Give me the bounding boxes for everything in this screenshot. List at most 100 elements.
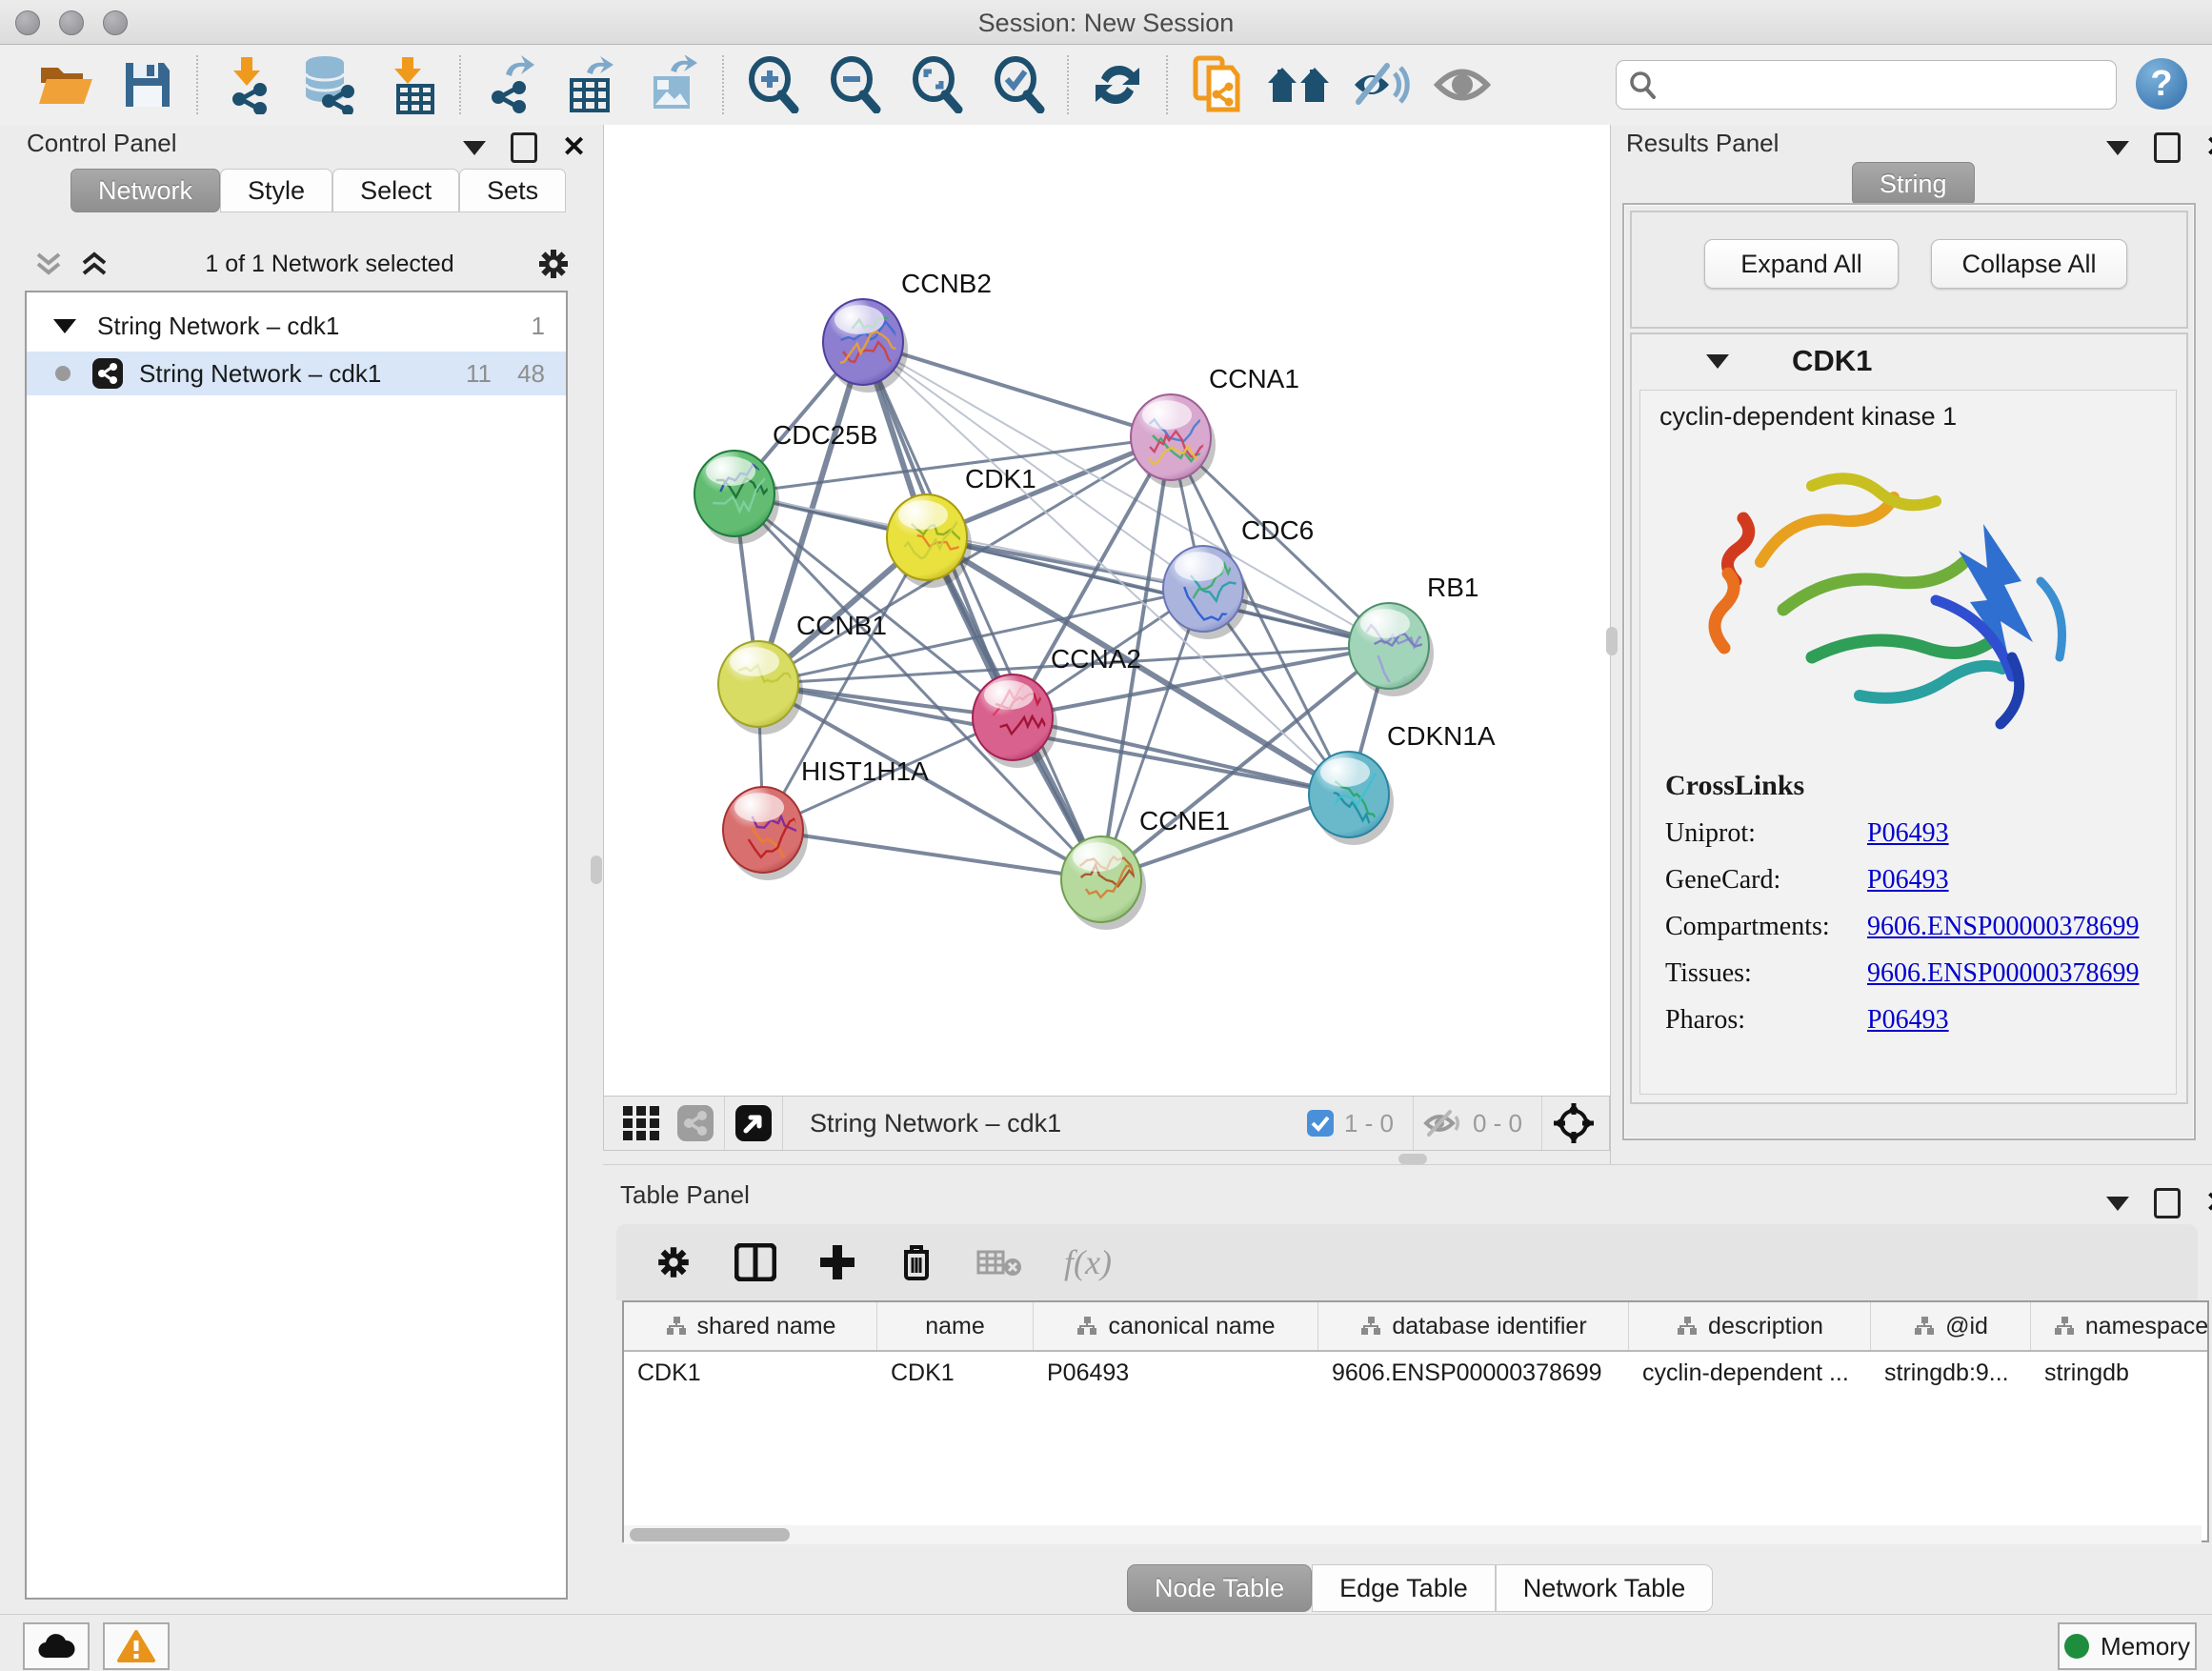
- node-expander-icon[interactable]: [1706, 354, 1729, 369]
- node-label-CCNE1: CCNE1: [1139, 806, 1230, 836]
- zoom-in-button[interactable]: [732, 50, 814, 119]
- cloud-button[interactable]: [23, 1622, 90, 1670]
- apply-layout-button[interactable]: [1076, 50, 1158, 119]
- table-cell[interactable]: cyclin-dependent ...: [1629, 1352, 1871, 1394]
- string-home-button[interactable]: [1257, 50, 1339, 119]
- panel-menu-icon[interactable]: [463, 141, 486, 155]
- column-header--id[interactable]: @id: [1871, 1302, 2031, 1350]
- tab-node-table[interactable]: Node Table: [1127, 1564, 1312, 1612]
- open-in-window-icon[interactable]: [734, 1104, 773, 1142]
- table-horizontal-scrollbar[interactable]: [624, 1525, 2202, 1544]
- save-session-button[interactable]: [107, 50, 189, 119]
- panel-float-icon[interactable]: [2154, 132, 2181, 163]
- right-splitter-handle[interactable]: [1606, 627, 1618, 655]
- memory-button[interactable]: Memory: [2058, 1622, 2197, 1670]
- table-cell[interactable]: stringdb:9...: [1871, 1352, 2031, 1394]
- table-cell[interactable]: 9606.ENSP00000378699: [1318, 1352, 1629, 1394]
- panel-close-icon[interactable]: ✕: [2205, 135, 2212, 160]
- zoom-selected-button[interactable]: [977, 50, 1059, 119]
- network-options-gear-icon[interactable]: [535, 246, 572, 282]
- eye-button[interactable]: [1421, 50, 1503, 119]
- panel-close-icon[interactable]: ✕: [2205, 1191, 2212, 1216]
- column-type-icon: [1913, 1316, 1936, 1337]
- network-collection-row[interactable]: String Network – cdk1 1: [27, 304, 566, 348]
- add-column-icon[interactable]: [818, 1243, 856, 1281]
- table-cell[interactable]: P06493: [1034, 1352, 1318, 1394]
- import-network-button[interactable]: [206, 50, 288, 119]
- window-titlebar: Session: New Session: [0, 0, 2212, 45]
- horizontal-splitter-handle[interactable]: [1398, 1154, 1427, 1164]
- zoom-fit-button[interactable]: [895, 50, 977, 119]
- delete-table-icon[interactable]: [976, 1246, 1022, 1278]
- column-header-name[interactable]: name: [877, 1302, 1034, 1350]
- show-hide-button[interactable]: [1339, 50, 1421, 119]
- network-canvas[interactable]: CCNB2CCNA1CDC25BCDK1CDC6RB1CCNB1CCNA2CDK…: [603, 125, 1612, 1096]
- application-window: Session: New Session: [0, 0, 2212, 1671]
- zoom-selected-icon: [991, 56, 1046, 113]
- function-builder-icon[interactable]: f(x): [1064, 1242, 1112, 1282]
- tab-sets[interactable]: Sets: [459, 169, 566, 212]
- warning-button[interactable]: [103, 1622, 170, 1670]
- search-input[interactable]: [1666, 70, 2104, 101]
- tab-edge-table[interactable]: Edge Table: [1312, 1564, 1496, 1612]
- open-session-button[interactable]: [25, 50, 107, 119]
- tab-string[interactable]: String: [1852, 162, 1975, 206]
- crosslink-link[interactable]: P06493: [1867, 1005, 1949, 1036]
- expand-all-icon[interactable]: [78, 249, 111, 279]
- hidden-eye-icon[interactable]: [1423, 1108, 1463, 1138]
- split-view-icon[interactable]: [734, 1243, 776, 1281]
- table-cell[interactable]: stringdb: [2031, 1352, 2209, 1394]
- import-network-database-button[interactable]: [288, 50, 370, 119]
- zoom-out-button[interactable]: [814, 50, 895, 119]
- node-table[interactable]: shared namenamecanonical namedatabase id…: [622, 1300, 2209, 1542]
- node-label-CDKN1A: CDKN1A: [1387, 721, 1496, 751]
- crosslink-link[interactable]: P06493: [1867, 818, 1949, 849]
- column-header-shared-name[interactable]: shared name: [624, 1302, 877, 1350]
- collapse-all-icon[interactable]: [32, 249, 65, 279]
- panel-menu-icon[interactable]: [2106, 141, 2129, 155]
- delete-column-icon[interactable]: [898, 1242, 935, 1282]
- memory-label: Memory: [2101, 1632, 2190, 1661]
- help-button[interactable]: ?: [2136, 58, 2187, 110]
- table-cell[interactable]: CDK1: [624, 1352, 877, 1394]
- column-header-description[interactable]: description: [1629, 1302, 1871, 1350]
- tab-style[interactable]: Style: [220, 169, 332, 212]
- table-cell[interactable]: CDK1: [877, 1352, 1034, 1394]
- panel-float-icon[interactable]: [511, 132, 537, 163]
- string-network-graph[interactable]: CCNB2CCNA1CDC25BCDK1CDC6RB1CCNB1CCNA2CDK…: [604, 125, 1609, 1094]
- tab-network[interactable]: Network: [70, 169, 220, 212]
- expand-all-button[interactable]: Expand All: [1704, 239, 1899, 289]
- left-splitter-handle[interactable]: [591, 856, 602, 884]
- node-label-CDC6: CDC6: [1241, 515, 1314, 545]
- network-row-selected[interactable]: String Network – cdk1 11 48: [27, 352, 566, 395]
- column-header-namespace[interactable]: namespace: [2031, 1302, 2209, 1350]
- crosslink-link[interactable]: 9606.ENSP00000378699: [1867, 958, 2139, 989]
- tab-network-table[interactable]: Network Table: [1496, 1564, 1714, 1612]
- collection-expander-icon[interactable]: [53, 319, 76, 333]
- collapse-all-button[interactable]: Collapse All: [1931, 239, 2127, 289]
- share-icon[interactable]: [676, 1104, 714, 1142]
- export-image-button[interactable]: [633, 50, 714, 119]
- crosslink-link[interactable]: P06493: [1867, 865, 1949, 896]
- node-result-header[interactable]: CDK1: [1632, 334, 2186, 388]
- tab-select[interactable]: Select: [332, 169, 459, 212]
- crosslink-link[interactable]: 9606.ENSP00000378699: [1867, 912, 2139, 942]
- export-network-button[interactable]: [469, 50, 551, 119]
- results-panel-title: Results Panel: [1626, 129, 1779, 158]
- grid-icon[interactable]: [621, 1102, 663, 1144]
- table-settings-icon[interactable]: [654, 1243, 693, 1281]
- scrollbar-thumb[interactable]: [630, 1528, 790, 1541]
- show-hide-icon: [1351, 60, 1410, 110]
- column-header-database-identifier[interactable]: database identifier: [1318, 1302, 1629, 1350]
- panel-close-icon[interactable]: ✕: [562, 135, 586, 160]
- panel-float-icon[interactable]: [2154, 1188, 2181, 1218]
- results-panel: Results Panel ✕ String Expand All Collap…: [1610, 125, 2212, 1164]
- panel-menu-icon[interactable]: [2106, 1197, 2129, 1211]
- copy-network-button[interactable]: [1176, 50, 1257, 119]
- column-header-canonical-name[interactable]: canonical name: [1034, 1302, 1318, 1350]
- birdseye-icon[interactable]: [1552, 1101, 1596, 1145]
- import-table-button[interactable]: [370, 50, 452, 119]
- export-table-button[interactable]: [551, 50, 633, 119]
- table-row[interactable]: CDK1CDK1P064939606.ENSP00000378699cyclin…: [624, 1352, 2209, 1394]
- selected-checkbox-icon[interactable]: [1306, 1109, 1335, 1137]
